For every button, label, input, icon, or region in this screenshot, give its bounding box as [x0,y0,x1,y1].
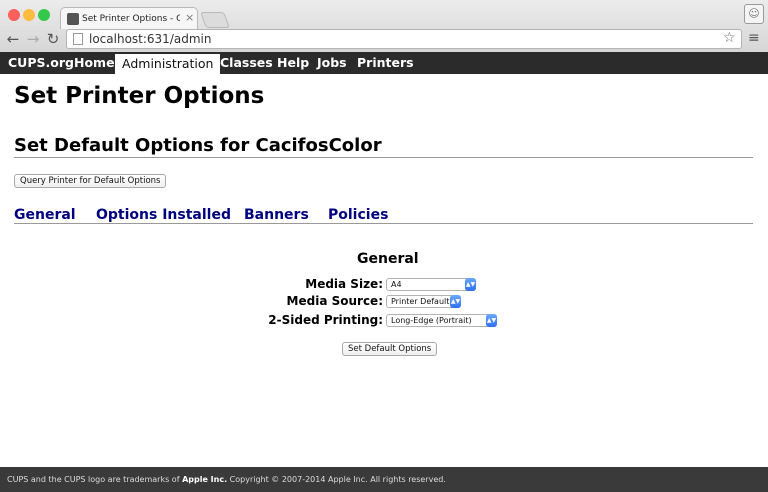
nav-help[interactable]: Help [277,52,309,74]
duplex-label: 2-Sided Printing: [268,313,383,327]
media-source-select[interactable]: Printer Default ▲▼ [386,295,461,308]
page-icon [73,33,83,45]
media-size-select[interactable]: A4 ▲▼ [386,278,476,291]
footer-text-prefix: CUPS and the CUPS logo are trademarks of [7,475,183,484]
set-default-options-button[interactable]: Set Default Options [342,342,438,356]
cups-favicon-icon [67,13,79,25]
nav-jobs[interactable]: Jobs [317,52,347,74]
media-size-label: Media Size: [305,277,383,291]
reload-icon[interactable]: ↻ [44,30,62,48]
tab-title: Set Printer Options - CUPS [82,14,180,24]
footer: CUPS and the CUPS logo are trademarks of… [0,467,768,492]
footer-text-suffix: Copyright © 2007-2014 Apple Inc. All rig… [227,475,446,484]
tab-policies[interactable]: Policies [328,207,388,223]
duplex-value: Long-Edge (Portrait) [391,316,472,325]
page-title: Set Printer Options [14,83,265,109]
nav-classes[interactable]: Classes [220,52,273,74]
bookmark-star-icon[interactable]: ☆ [723,30,736,46]
tab-options-installed[interactable]: Options Installed [96,207,231,223]
duplex-select[interactable]: Long-Edge (Portrait) ▲▼ [386,314,497,327]
close-window-icon[interactable] [8,9,20,21]
zoom-window-icon[interactable] [38,9,50,21]
minimize-window-icon[interactable] [23,9,35,21]
nav-cups-org[interactable]: CUPS.org [8,52,74,74]
forward-icon[interactable]: → [24,30,42,48]
profile-icon[interactable]: ☺ [744,4,764,24]
media-source-value: Printer Default [391,297,450,306]
tabs-divider [14,223,753,224]
section-title: Set Default Options for CacifosColor [14,135,382,156]
nav-printers[interactable]: Printers [357,52,414,74]
select-arrows-icon: ▲▼ [486,314,497,327]
browser-tab[interactable]: Set Printer Options - CUPS × [60,7,198,29]
select-arrows-icon: ▲▼ [465,278,476,291]
cups-navbar: CUPS.org Home Administration Classes Hel… [0,52,768,74]
browser-chrome: Set Printer Options - CUPS × ☺ ← → ↻ loc… [0,0,768,53]
query-printer-button[interactable]: Query Printer for Default Options [14,174,167,188]
url-text[interactable]: localhost:631/admin [89,32,211,47]
new-tab-button[interactable] [200,12,230,28]
group-title: General [357,251,419,267]
url-bar[interactable]: localhost:631/admin ☆ [66,29,742,49]
footer-company: Apple Inc. [182,475,228,484]
tab-general[interactable]: General [14,207,76,223]
section-divider [14,157,753,158]
back-icon[interactable]: ← [4,30,22,48]
tab-banners[interactable]: Banners [244,207,309,223]
media-size-value: A4 [391,280,402,289]
tab-close-icon[interactable]: × [185,11,194,24]
menu-icon[interactable]: ≡ [748,30,760,46]
nav-administration[interactable]: Administration [115,54,221,74]
nav-home[interactable]: Home [74,52,115,74]
select-arrows-icon: ▲▼ [450,295,461,308]
media-source-label: Media Source: [286,294,383,308]
